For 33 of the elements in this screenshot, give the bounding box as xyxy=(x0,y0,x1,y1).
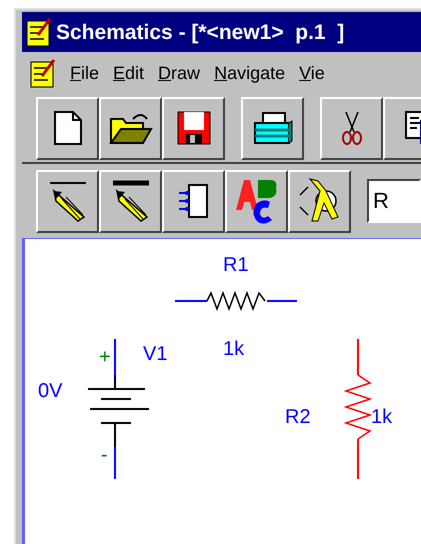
part-value: 1k xyxy=(371,407,392,427)
part-value: 0V xyxy=(38,381,62,401)
app-icon xyxy=(30,58,56,88)
toolbar-button[interactable] xyxy=(241,96,304,160)
folder-icon xyxy=(108,111,152,145)
toolbar-button[interactable] xyxy=(288,170,351,232)
menu-item[interactable]: Vie xyxy=(299,64,325,82)
toolbar-button[interactable] xyxy=(36,96,99,160)
menu-item[interactable]: Navigate xyxy=(214,64,286,82)
resistor-symbol[interactable] xyxy=(175,291,299,311)
app-icon xyxy=(26,17,52,47)
window-title: Schematics - [*<new1> p.1 ] xyxy=(56,22,344,42)
part-label: R2 xyxy=(285,407,311,427)
part-value: 1k xyxy=(223,339,244,359)
menu-item[interactable]: Edit xyxy=(113,64,144,82)
toolbar-button[interactable] xyxy=(225,170,288,232)
document-icon xyxy=(404,110,421,146)
printer-icon xyxy=(252,111,292,145)
part-name-field[interactable]: R xyxy=(367,179,421,223)
block-icon xyxy=(176,181,210,221)
toolbar-button[interactable] xyxy=(99,170,162,232)
menu-item[interactable]: Draw xyxy=(158,64,200,82)
minus-sign: - xyxy=(101,445,108,465)
menu-item[interactable]: File xyxy=(70,64,100,82)
plus-sign: + xyxy=(99,347,111,367)
part-label: V1 xyxy=(143,344,168,364)
part-label: R1 xyxy=(223,255,249,275)
toolbar-button[interactable] xyxy=(320,96,383,160)
toolbar-button[interactable] xyxy=(162,96,225,160)
blank-page-icon xyxy=(52,110,82,146)
toolbar-button[interactable] xyxy=(36,170,99,232)
toolbar-button[interactable] xyxy=(99,96,162,160)
toolbar-button[interactable] xyxy=(162,170,225,232)
